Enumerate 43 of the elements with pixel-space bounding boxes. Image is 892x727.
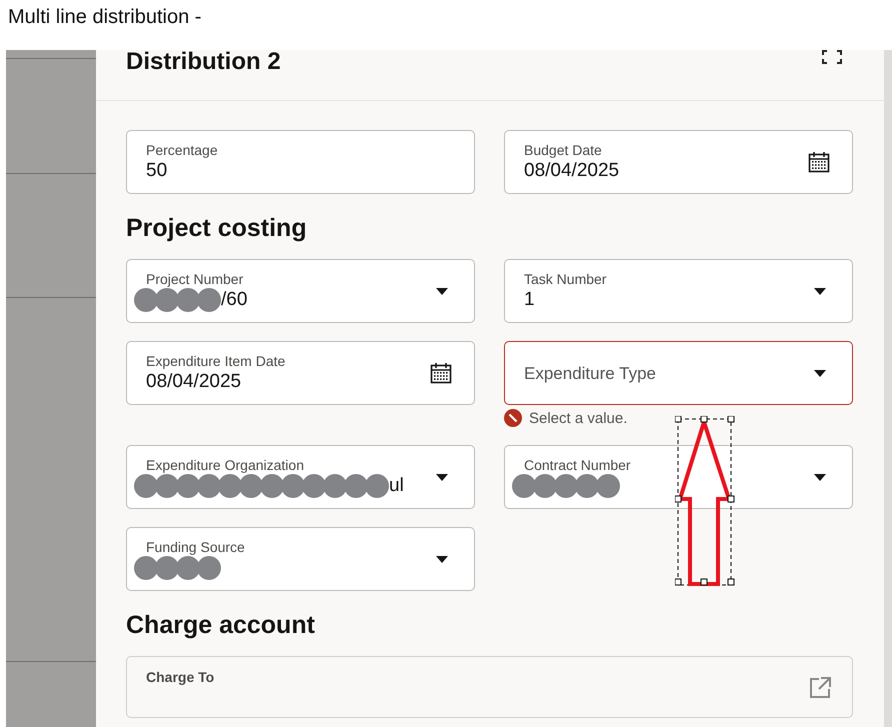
scrollbar[interactable] [884, 50, 892, 727]
field-value: 08/04/2025 [146, 370, 242, 393]
caret-icon[interactable] [814, 474, 826, 480]
field-label: Charge To [146, 669, 216, 686]
field-label: Project Number [146, 271, 244, 288]
date-field[interactable]: Expenditure Item Date 08/04/2025 [126, 341, 475, 405]
text-field[interactable]: Percentage 50 [126, 130, 475, 194]
caret-icon[interactable] [436, 556, 448, 562]
caret-icon[interactable] [814, 370, 826, 376]
expand-icon[interactable] [822, 50, 842, 64]
section-heading: Project costing [126, 214, 308, 243]
caret-icon[interactable] [814, 288, 826, 294]
error-icon [504, 409, 522, 427]
calendar-icon[interactable] [808, 151, 830, 173]
field-label: Budget Date [524, 142, 603, 159]
field-value: ul [389, 474, 404, 497]
dropdown-field[interactable]: Project Number /60 [126, 259, 475, 323]
panel-title: Distribution 2 [126, 50, 281, 76]
external-link-icon[interactable] [810, 677, 831, 698]
field-label: Contract Number [524, 457, 632, 474]
field-value: 08/04/2025 [524, 159, 620, 182]
field-label: Expenditure Item Date [146, 353, 286, 370]
field-label: Expenditure Organization [146, 457, 305, 474]
date-field[interactable]: Budget Date 08/04/2025 [504, 130, 853, 194]
field-value: /60 [221, 288, 248, 311]
page-title: Multi line distribution - [8, 6, 202, 28]
field-value: 1 [524, 288, 536, 311]
dropdown-field[interactable]: Expenditure Type [504, 341, 853, 405]
field-label: Expenditure Type [524, 364, 657, 382]
error-message: Select a value. [529, 410, 628, 426]
field-value: 50 [146, 159, 168, 182]
field-label: Task Number [524, 271, 608, 288]
field-label: Percentage [146, 142, 219, 159]
dropdown-field[interactable]: Funding Source [126, 527, 475, 591]
section-heading: Charge account [126, 611, 316, 640]
lookup-field[interactable]: Charge To [126, 656, 853, 718]
caret-icon[interactable] [436, 288, 448, 294]
field-label: Funding Source [146, 539, 246, 556]
caret-icon[interactable] [436, 474, 448, 480]
dropdown-field[interactable]: Expenditure Organization ul [126, 445, 475, 509]
calendar-icon[interactable] [430, 362, 452, 384]
dropdown-field[interactable]: Task Number 1 [504, 259, 853, 323]
dropdown-field[interactable]: Contract Number [504, 445, 853, 509]
